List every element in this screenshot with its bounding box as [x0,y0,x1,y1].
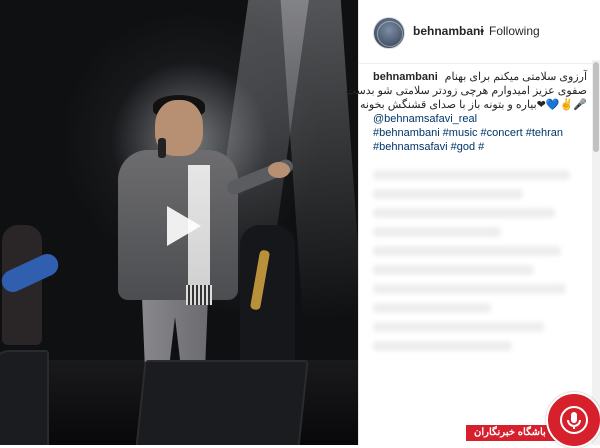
hashtag-link[interactable]: #tehran [526,127,563,139]
stage-monitor-speaker [135,360,309,445]
microphone-emblem-icon [560,406,588,434]
singer-hand [268,162,290,178]
hashtag-link[interactable]: #god [451,141,475,153]
avatar[interactable] [373,17,405,49]
hashtag-link[interactable]: # [478,141,484,153]
hashtag-link[interactable]: #behnamsafavi [373,141,448,153]
hashtag-row: #behnamsafavi #god # [373,140,587,154]
blurred-comments [373,170,587,430]
hashtag-row: #behnambani #music #concert #tehran [373,126,587,140]
caption-text: آرزوی سلامتی میکنم برای بهنام [444,71,587,83]
hashtag-link[interactable]: #music [443,127,478,139]
caption-row: صفوی عزیز امیدوارم هرچی زودتر سلامتی شو … [346,84,587,98]
caption-username[interactable]: behnambani [373,70,438,84]
mention-link[interactable]: @behnamsafavi_real [373,113,477,125]
blurred-comment [373,322,545,332]
watermark-text: باشگاه خبرنگاران [466,425,560,441]
blurred-comment [373,170,570,180]
separator-dot: • [480,24,485,38]
stage-monitor-speaker [0,350,49,445]
blurred-comment [373,341,513,351]
post-caption: behnambani آرزوی سلامتی میکنم برای بهنام… [346,70,587,154]
post-details-panel: behnambani • Following behnambani آرزوی … [346,0,600,445]
following-button[interactable]: Following [489,24,540,38]
blurred-comment [373,303,491,313]
play-button[interactable] [155,200,207,252]
blurred-comment [373,265,534,275]
blurred-comment [373,208,555,218]
blurred-comment [373,189,523,199]
post-header: behnambani • Following [359,0,593,64]
caption-row: behnambani آرزوی سلامتی میکنم برای بهنام [373,70,587,84]
watermark-logo: باشگاه خبرنگاران [466,392,600,448]
caption-row: 🎤✌💙❤بیاره و بتونه باز با صدای قشنگش بخون… [360,98,587,112]
microphone [158,138,166,158]
caption-row: @behnamsafavi_real [373,112,587,126]
hashtag-link[interactable]: #concert [481,127,523,139]
instagram-post-view: behnambani • Following behnambani آرزوی … [0,0,600,448]
username-link[interactable]: behnambani [413,24,484,38]
scrollbar-thumb[interactable] [593,62,599,152]
play-icon [167,206,201,246]
hashtag-link[interactable]: #behnambani [373,127,440,139]
blurred-comment [373,284,566,294]
caption-text: 🎤✌💙❤بیاره و بتونه باز با صدای قشنگش بخون… [359,99,587,111]
watermark-emblem [546,392,600,448]
post-video[interactable] [0,0,358,445]
saxophone-player [240,225,295,375]
caption-text: صفوی عزیز امیدوارم هرچی زودتر سلامتی شو … [345,85,587,97]
blurred-comment [373,246,562,256]
blurred-comment [373,227,502,237]
scarf-fringe [186,285,212,305]
